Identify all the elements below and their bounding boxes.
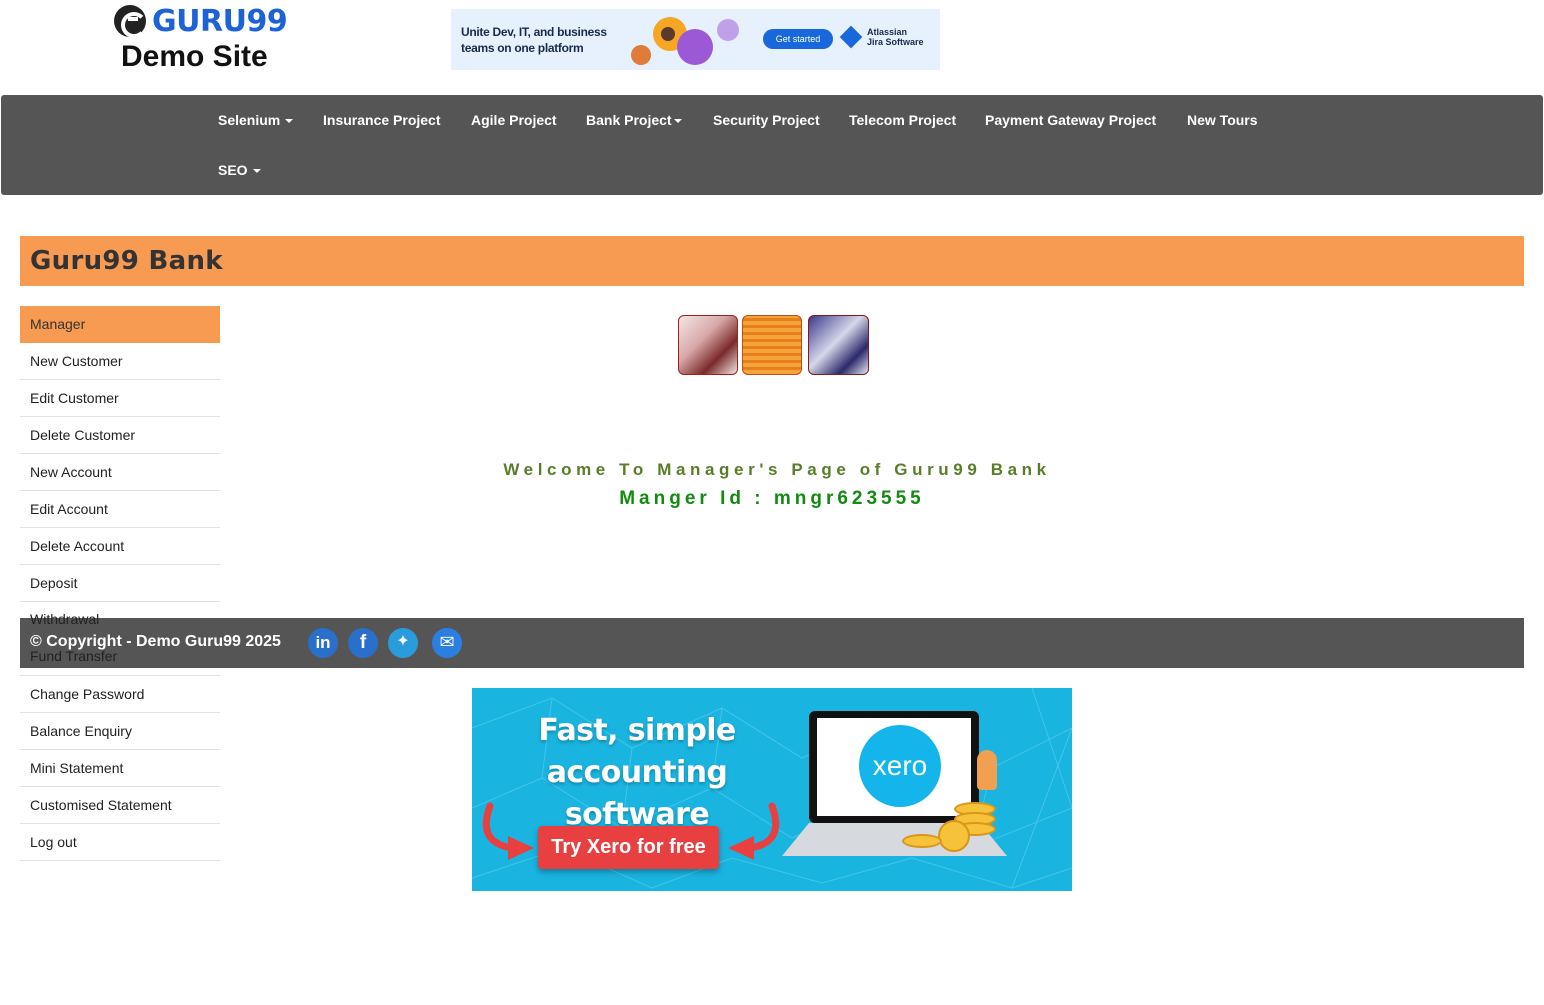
sidebar-item-mini-statement[interactable]: Mini Statement bbox=[20, 750, 220, 787]
jira-brand-line2: Jira Software bbox=[867, 37, 924, 47]
sidebar-item-change-password[interactable]: Change Password bbox=[20, 676, 220, 713]
sidebar-item-deposit[interactable]: Deposit bbox=[20, 565, 220, 602]
jira-icon bbox=[839, 25, 863, 49]
chevron-down-icon bbox=[673, 119, 682, 124]
nav-telecom-project[interactable]: Telecom Project bbox=[849, 112, 956, 128]
nav-agile-project[interactable]: Agile Project bbox=[471, 112, 557, 128]
sidebar-item-log-out[interactable]: Log out bbox=[20, 824, 220, 861]
nav-insurance-project[interactable]: Insurance Project bbox=[323, 112, 441, 128]
sidebar-item-withdrawal-label[interactable]: Withdrawal bbox=[30, 611, 99, 627]
bank-title-bar: Guru99 Bank bbox=[20, 236, 1524, 286]
top-ad-banner[interactable]: Unite Dev, IT, and business teams on one… bbox=[451, 9, 940, 70]
clerk-photo bbox=[808, 315, 869, 375]
nav-bank-project[interactable]: Bank Project bbox=[586, 112, 682, 128]
sidebar-item-delete-customer[interactable]: Delete Customer bbox=[20, 417, 220, 454]
coins-photo bbox=[742, 315, 802, 375]
jira-brand: Atlassian Jira Software bbox=[839, 25, 924, 49]
facebook-icon[interactable]: f bbox=[348, 628, 378, 658]
bank-title: Guru99 Bank bbox=[30, 246, 223, 276]
laptop-illustration: xero bbox=[809, 711, 979, 823]
logo-subtitle: Demo Site bbox=[121, 40, 268, 73]
site-logo[interactable]: GURU99 Demo Site bbox=[114, 4, 289, 74]
footer-bar: © Copyright - Demo Guru99 2025 in f ✦ ✉ bbox=[20, 618, 1524, 668]
coin-icon bbox=[902, 834, 942, 848]
sidebar-item-balance-enquiry[interactable]: Balance Enquiry bbox=[20, 713, 220, 750]
get-started-button[interactable]: Get started bbox=[763, 29, 833, 49]
jira-brand-line1: Atlassian bbox=[867, 27, 908, 37]
nav-new-tours[interactable]: New Tours bbox=[1187, 112, 1258, 128]
nav-payment-gateway-project[interactable]: Payment Gateway Project bbox=[985, 112, 1156, 128]
sidebar-item-delete-account[interactable]: Delete Account bbox=[20, 528, 220, 565]
main-navbar: Selenium Insurance Project Agile Project… bbox=[1, 95, 1543, 195]
sidebar-item-fund-transfer-label[interactable]: Fund Transfer bbox=[30, 648, 117, 664]
email-icon[interactable]: ✉ bbox=[432, 628, 462, 658]
sidebar-item-edit-customer[interactable]: Edit Customer bbox=[20, 380, 220, 417]
sidebar-item-new-customer[interactable]: New Customer bbox=[20, 343, 220, 380]
nav-seo[interactable]: SEO bbox=[218, 162, 261, 178]
logo-text: GURU99 bbox=[152, 3, 288, 39]
sidebar-item-manager[interactable]: Manager bbox=[20, 306, 220, 343]
person-illustration bbox=[977, 750, 997, 790]
try-xero-button[interactable]: Try Xero for free bbox=[538, 826, 719, 869]
sidebar-menu: Manager New Customer Edit Customer Delet… bbox=[20, 306, 220, 861]
linkedin-icon[interactable]: in bbox=[308, 628, 338, 658]
xero-logo-icon: xero bbox=[859, 725, 941, 807]
banker-photo bbox=[678, 315, 738, 375]
guru99-logo-icon bbox=[114, 5, 147, 38]
ad-people-illustration bbox=[631, 15, 741, 65]
nav-security-project[interactable]: Security Project bbox=[713, 112, 820, 128]
coin-icon bbox=[938, 820, 970, 852]
welcome-message: Welcome To Manager's Page of Guru99 Bank bbox=[503, 460, 1051, 479]
xero-ad-banner[interactable]: Fast, simple accounting software Try Xer… bbox=[472, 688, 1072, 891]
manager-id: Manger Id : mngr623555 bbox=[619, 488, 925, 509]
twitter-icon[interactable]: ✦ bbox=[388, 628, 418, 658]
xero-headline: Fast, simple accounting software bbox=[538, 713, 736, 832]
chevron-down-icon bbox=[252, 169, 261, 174]
nav-selenium[interactable]: Selenium bbox=[218, 112, 294, 128]
sidebar-item-customised-statement[interactable]: Customised Statement bbox=[20, 787, 220, 824]
top-ad-headline: Unite Dev, IT, and business teams on one… bbox=[461, 25, 607, 55]
chevron-down-icon bbox=[285, 119, 294, 124]
bank-images-strip bbox=[678, 315, 870, 376]
